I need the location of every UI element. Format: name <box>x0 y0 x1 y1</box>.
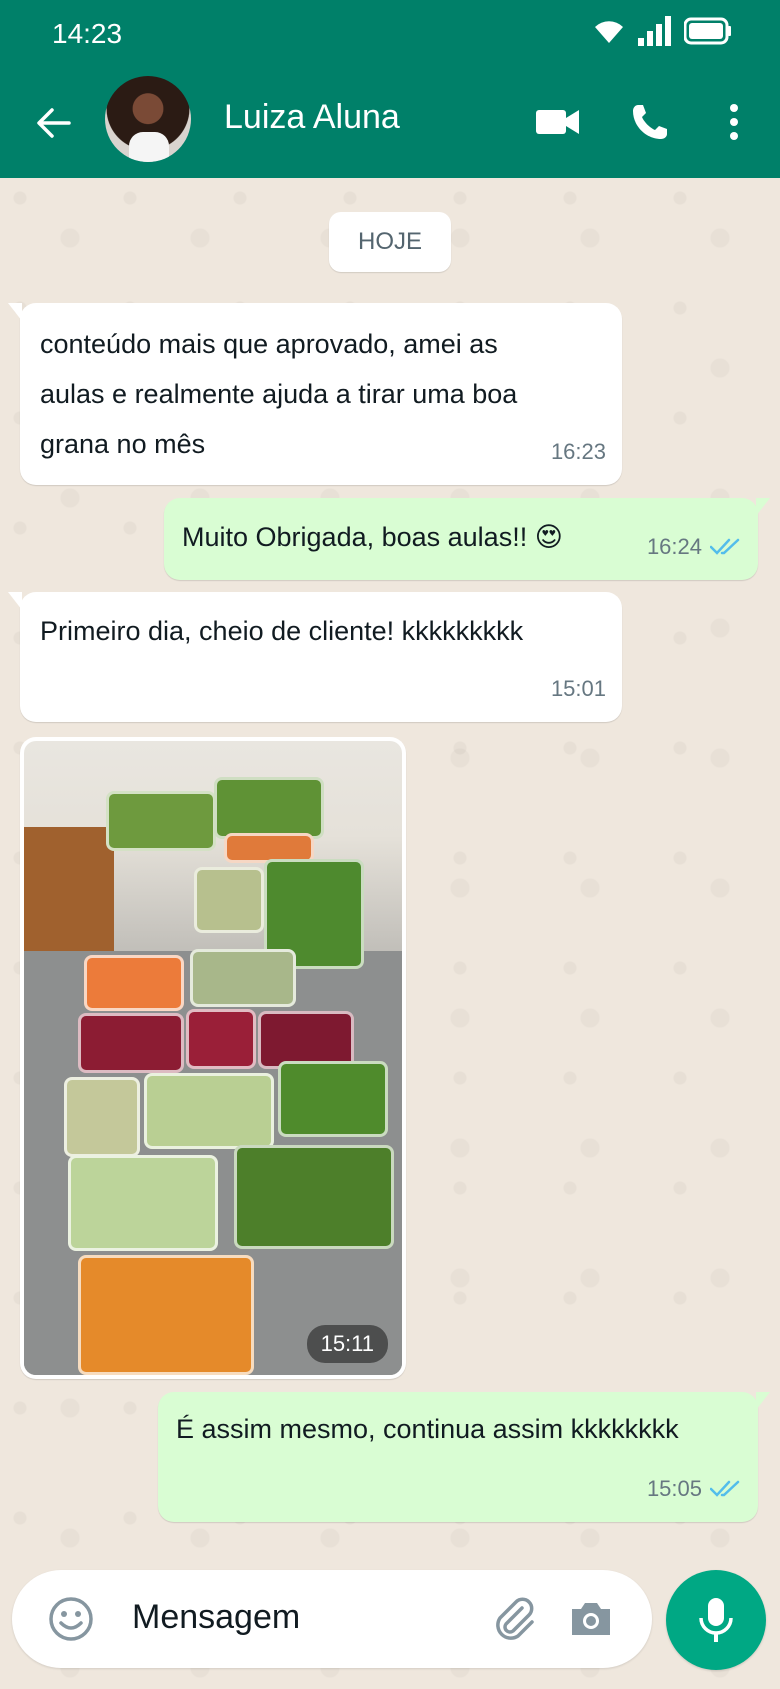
message-incoming[interactable]: conteúdo mais que aprovado, amei as aula… <box>8 303 622 485</box>
back-arrow-icon <box>37 108 71 138</box>
message-text: Muito Obrigada, boas aulas!! 😍 <box>182 522 563 552</box>
message-line: grana no mês <box>40 429 206 459</box>
message-composer: Mensagem <box>12 1570 652 1668</box>
message-text: É assim mesmo, continua assim kkkkkkkk <box>176 1414 679 1444</box>
wooden-shelf <box>24 827 114 957</box>
message-meta: 15:01 <box>551 676 606 702</box>
attach-button[interactable] <box>492 1596 538 1647</box>
mic-icon <box>699 1598 733 1642</box>
message-time: 15:05 <box>646 1476 702 1501</box>
beet-tray <box>78 1013 184 1073</box>
message-image[interactable]: 15:11 <box>20 737 406 1379</box>
message-outgoing[interactable]: Muito Obrigada, boas aulas!! 😍 16:24 <box>164 498 770 580</box>
more-vert-icon <box>730 104 738 140</box>
food-photo[interactable]: 15:11 <box>24 741 402 1375</box>
cucumber-tray <box>68 1155 218 1251</box>
message-time: 16:23 <box>550 439 606 464</box>
green-beans-bag <box>106 791 216 851</box>
message-input[interactable]: Mensagem <box>132 1598 300 1637</box>
voice-call-button[interactable] <box>624 94 676 150</box>
message-time: 16:24 <box>646 534 702 559</box>
message-meta: 16:24 <box>647 534 742 560</box>
beet-tray <box>186 1009 256 1069</box>
video-call-icon <box>536 110 579 134</box>
message-meta: 16:23 <box>551 439 606 465</box>
battery-icon <box>684 17 731 45</box>
read-receipt-icon <box>710 538 740 555</box>
emoji-icon <box>49 1597 93 1641</box>
zucchini-tray <box>64 1077 140 1157</box>
message-text: Primeiro dia, cheio de cliente! kkkkkkkk… <box>40 616 524 646</box>
status-bar: 14:23 <box>0 0 780 68</box>
read-receipt-icon <box>710 1480 740 1497</box>
emoji-button[interactable] <box>48 1596 94 1647</box>
voice-record-button[interactable] <box>666 1570 766 1670</box>
carrot-tray <box>84 955 184 1011</box>
camera-icon <box>572 1603 610 1635</box>
green-beans-bag <box>214 777 324 839</box>
message-line: aulas e realmente ajuda a tirar uma boa <box>40 379 518 409</box>
video-call-button[interactable] <box>532 94 584 150</box>
zucchini-tray <box>190 949 296 1007</box>
message-meta: 15:05 <box>647 1476 742 1502</box>
more-options-button[interactable] <box>716 94 752 150</box>
message-line: conteúdo mais que aprovado, amei as <box>40 329 498 359</box>
pumpkin-tray <box>78 1255 254 1375</box>
camera-button[interactable] <box>568 1596 614 1647</box>
contact-avatar[interactable] <box>105 76 191 162</box>
voice-call-icon <box>633 105 667 139</box>
message-text: conteúdo mais que aprovado, amei as aula… <box>40 319 517 469</box>
green-beans-tray <box>278 1061 388 1137</box>
cucumber-tray <box>144 1073 274 1149</box>
contact-name[interactable]: Luiza Aluna <box>224 98 400 137</box>
back-button[interactable] <box>28 98 78 148</box>
signal-icon <box>638 16 671 46</box>
message-time: 15:11 <box>306 1325 388 1363</box>
broccoli-tray <box>234 1145 394 1249</box>
message-outgoing[interactable]: É assim mesmo, continua assim kkkkkkkk 1… <box>158 1392 770 1522</box>
message-incoming[interactable]: Primeiro dia, cheio de cliente! kkkkkkkk… <box>8 592 622 722</box>
status-icons <box>592 16 732 46</box>
date-chip: HOJE <box>329 212 451 272</box>
attach-icon <box>496 1597 534 1640</box>
message-time: 15:01 <box>550 676 606 701</box>
zucchini-tray <box>194 867 264 933</box>
wifi-icon <box>595 21 623 43</box>
chat-header: Luiza Aluna <box>0 68 780 178</box>
status-time: 14:23 <box>52 18 123 49</box>
